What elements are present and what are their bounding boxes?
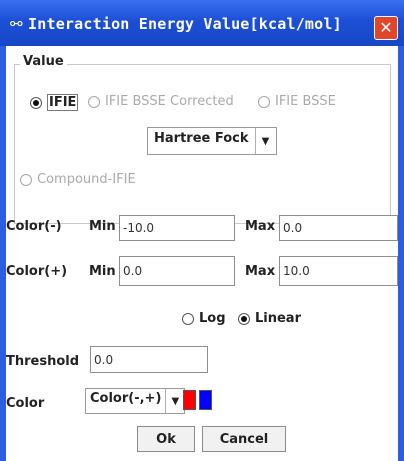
color-plus-min-input[interactable] xyxy=(119,256,235,286)
radio-indicator xyxy=(20,173,32,186)
radio-indicator xyxy=(182,312,194,325)
radio-log[interactable]: Log xyxy=(182,311,226,326)
color-plus-max-label: Max xyxy=(245,264,276,279)
radio-linear[interactable]: Linear xyxy=(238,311,301,326)
radio-ifie-bsse-corrected[interactable]: IFIE BSSE Corrected xyxy=(88,94,234,109)
ok-button[interactable]: Ok xyxy=(137,426,195,452)
color-minus-min-input[interactable] xyxy=(119,215,235,241)
radio-ifie-bsse-label: IFIE BSSE xyxy=(275,94,336,109)
color-label: Color xyxy=(6,396,45,411)
positive-color-swatch[interactable] xyxy=(199,390,212,410)
color-scheme-select-value: Color(-,+) xyxy=(86,389,167,413)
color-plus-min-label: Min xyxy=(89,264,116,279)
negative-color-swatch[interactable] xyxy=(183,390,196,410)
dialog-window: ⚯ Interaction Energy Value[kcal/mol] ✕ V… xyxy=(0,0,404,461)
radio-ifie-label: IFIE xyxy=(47,94,79,111)
color-minus-max-input[interactable] xyxy=(279,215,398,241)
color-minus-label: Color(-) xyxy=(6,219,62,234)
chevron-down-icon: ▼ xyxy=(261,135,270,147)
radio-indicator xyxy=(238,312,250,325)
dialog-content: Value IFIE IFIE BSSE Corrected IFIE BSSE… xyxy=(6,46,398,461)
value-group-legend: Value xyxy=(20,54,67,69)
radio-indicator xyxy=(258,95,270,108)
radio-ifie-bsse-corrected-label: IFIE BSSE Corrected xyxy=(105,94,234,109)
radio-compound-ifie[interactable]: Compound-IFIE xyxy=(20,172,136,187)
radio-log-label: Log xyxy=(199,311,226,326)
radio-compound-ifie-label: Compound-IFIE xyxy=(37,172,136,187)
color-plus-max-input[interactable] xyxy=(279,256,398,286)
method-select[interactable]: Hartree Fock ▼ xyxy=(147,127,277,155)
chevron-down-icon: ▼ xyxy=(171,395,180,407)
radio-indicator xyxy=(30,96,42,109)
close-button[interactable]: ✕ xyxy=(374,16,398,40)
cancel-button[interactable]: Cancel xyxy=(202,426,286,452)
color-scheme-select[interactable]: Color(-,+) ▼ xyxy=(85,388,186,414)
color-plus-label: Color(+) xyxy=(6,264,68,279)
color-minus-min-label: Min xyxy=(89,219,116,234)
radio-linear-label: Linear xyxy=(255,311,301,326)
molecule-icon: ⚯ xyxy=(10,15,23,33)
threshold-label: Threshold xyxy=(6,354,80,369)
threshold-input[interactable] xyxy=(90,346,208,373)
color-minus-max-label: Max xyxy=(245,219,276,234)
radio-indicator xyxy=(88,95,100,108)
method-select-value: Hartree Fock xyxy=(148,128,256,154)
radio-ifie-bsse[interactable]: IFIE BSSE xyxy=(258,94,336,109)
window-border-right xyxy=(398,46,404,461)
window-title: Interaction Energy Value[kcal/mol] xyxy=(28,15,342,33)
radio-ifie[interactable]: IFIE xyxy=(30,94,79,111)
title-bar[interactable]: ⚯ Interaction Energy Value[kcal/mol] ✕ xyxy=(0,0,404,46)
